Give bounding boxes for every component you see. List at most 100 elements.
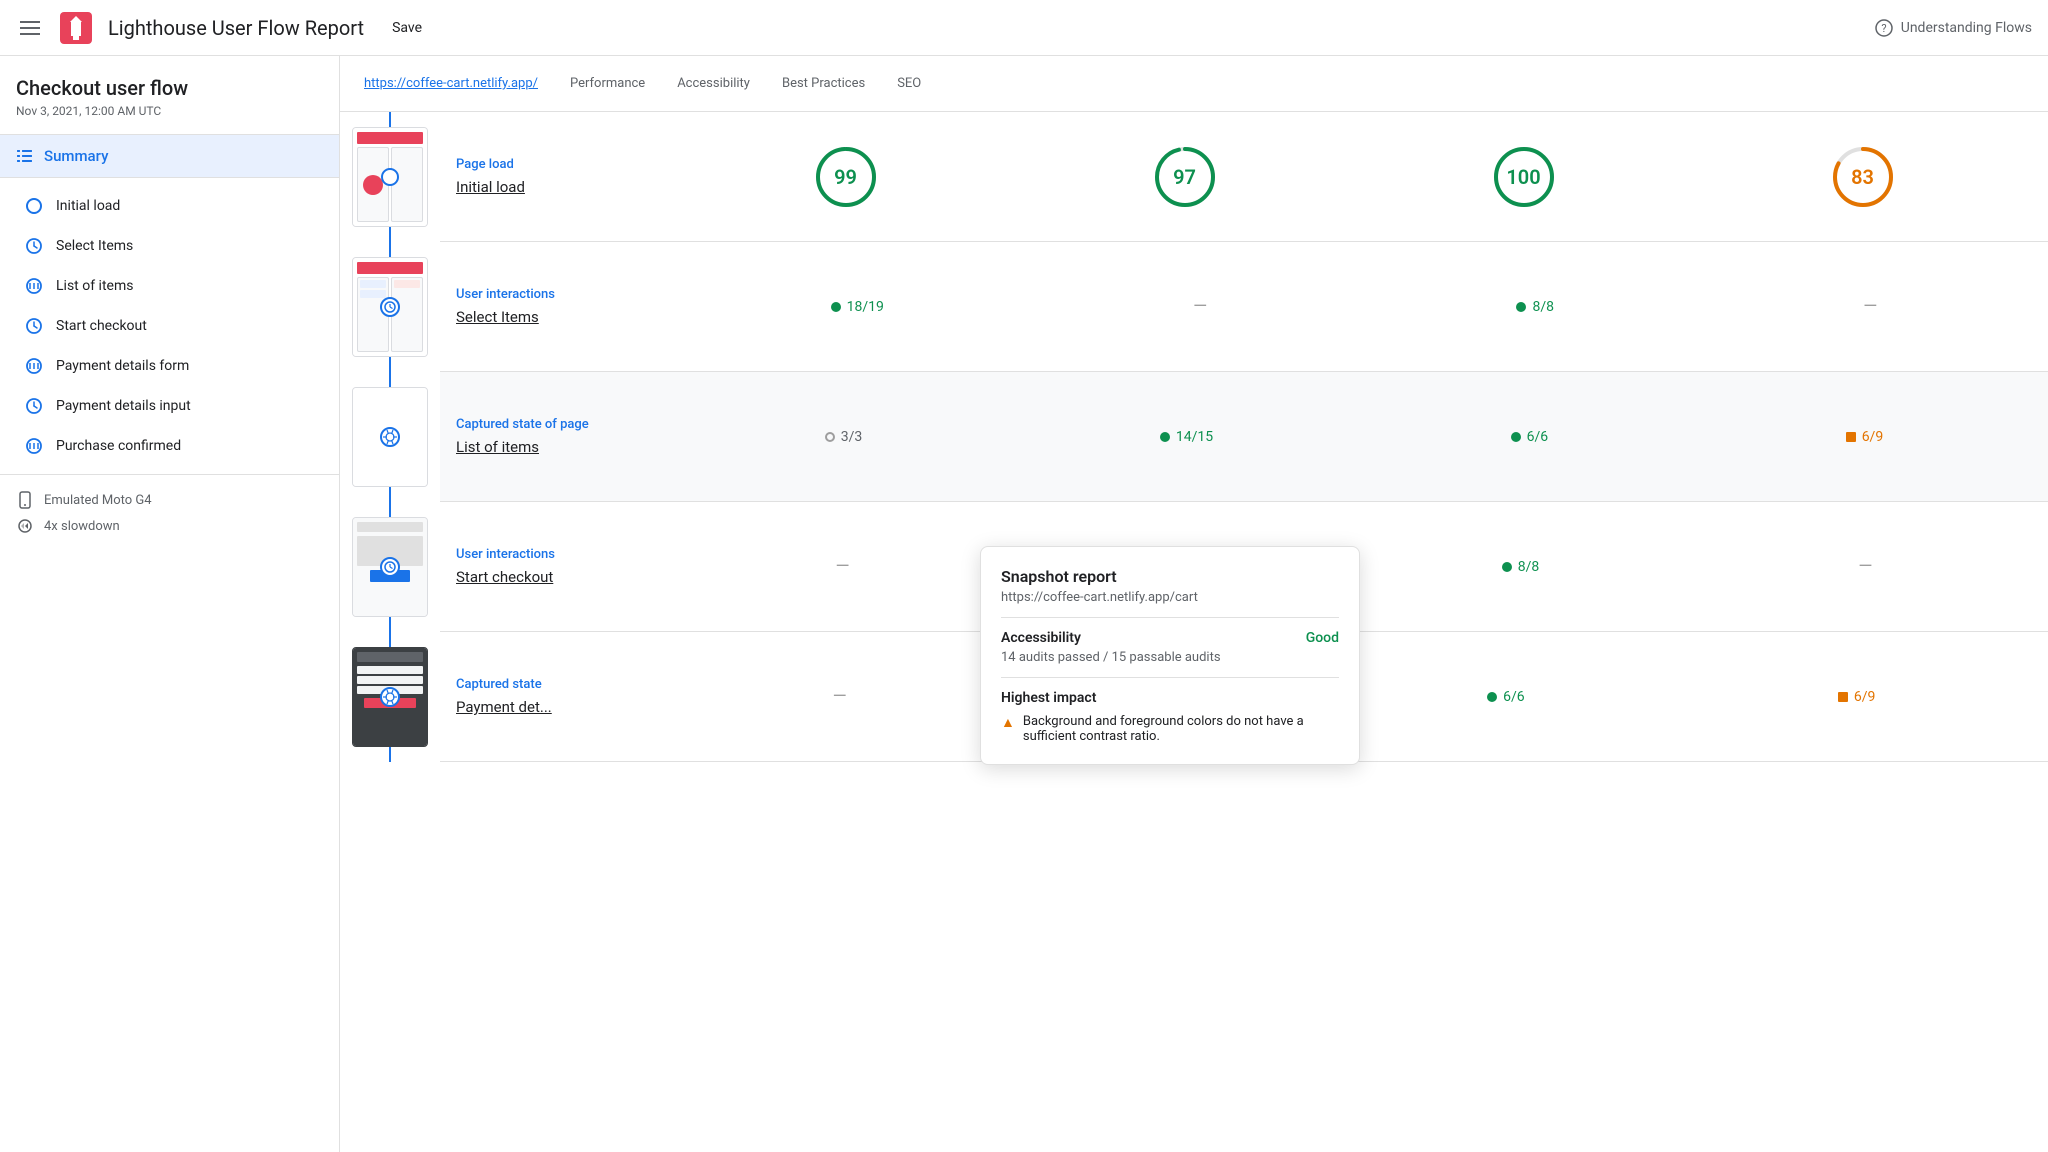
svg-text:?: ?: [1881, 22, 1886, 35]
sidebar-item-start-checkout[interactable]: Start checkout: [0, 306, 339, 346]
timeline-node-2: [379, 296, 401, 318]
sidebar-item-payment-input[interactable]: Payment details input: [0, 386, 339, 426]
thumbnail-4: [340, 502, 440, 632]
section-info-1: Page load Initial load: [440, 112, 660, 241]
sidebar-item-purchase-confirmed[interactable]: Purchase confirmed: [0, 426, 339, 466]
score-badge-perf-2: 18/19: [831, 299, 884, 315]
sidebar-item-list-of-items[interactable]: List of items: [0, 266, 339, 306]
sidebar-summary-row[interactable]: Summary: [0, 135, 339, 178]
score-dash-perf-5: —: [833, 686, 847, 707]
clock-icon: [24, 236, 44, 256]
score-dot: [1160, 432, 1170, 442]
site-url-link[interactable]: https://coffee-cart.netlify.app/: [364, 76, 538, 91]
score-badge-bp-2: 8/8: [1516, 299, 1554, 315]
score-badge-seo-3: 6/9: [1846, 429, 1884, 445]
section-name-2[interactable]: Select Items: [456, 308, 644, 326]
score-square-orange: [1846, 432, 1856, 442]
tooltip-accessibility-desc: 14 audits passed / 15 passable audits: [1001, 650, 1339, 665]
score-badge-bp-4: 8/8: [1502, 559, 1540, 575]
sidebar-item-label: Payment details form: [56, 358, 189, 374]
clock-icon-2: [24, 316, 44, 336]
sidebar-item-label: Start checkout: [56, 318, 147, 334]
sidebar-item-select-items[interactable]: Select Items: [0, 226, 339, 266]
score-seo-1: 83: [1827, 141, 1899, 213]
thumbnail-3: [340, 372, 440, 502]
content-header: https://coffee-cart.netlify.app/ Perform…: [340, 56, 2048, 112]
tooltip-impact-title: Highest impact: [1001, 690, 1339, 706]
tab-performance[interactable]: Performance: [570, 76, 645, 91]
score-square-orange: [1838, 692, 1848, 702]
sidebar-item-initial-load[interactable]: Initial load: [0, 186, 339, 226]
tooltip-accessibility-section: Accessibility Good 14 audits passed / 15…: [1001, 630, 1339, 665]
score-number-bp-1: 100: [1506, 165, 1540, 189]
tooltip-url[interactable]: https://coffee-cart.netlify.app/cart: [1001, 590, 1339, 618]
score-dash-perf-4: —: [836, 556, 850, 577]
score-number-perf-1: 99: [834, 165, 857, 189]
sidebar-item-label: Initial load: [56, 198, 120, 214]
score-dot: [1511, 432, 1521, 442]
section-row-2: User interactions Select Items 18/19 —: [440, 242, 2048, 372]
camera-icon-2: [24, 356, 44, 376]
score-dot: [1502, 562, 1512, 572]
lighthouse-logo-icon: [60, 12, 92, 44]
flow-date: Nov 3, 2021, 12:00 AM UTC: [16, 104, 323, 118]
timeline-node-1: [380, 167, 400, 187]
summary-label: Summary: [44, 147, 108, 165]
section-scores-2: 18/19 — 8/8 —: [660, 242, 2048, 371]
sidebar-items: Initial load Select Items: [0, 178, 339, 475]
section-scores-3: 3/3 14/15 6/6: [660, 372, 2048, 501]
section-name-5[interactable]: Payment det...: [456, 698, 644, 716]
sidebar-item-label: Payment details input: [56, 398, 191, 414]
save-button[interactable]: Save: [380, 12, 434, 44]
section-info-4: User interactions Start checkout: [440, 502, 660, 631]
snapshot-tooltip: Snapshot report https://coffee-cart.netl…: [980, 546, 1360, 765]
section-name-4[interactable]: Start checkout: [456, 568, 644, 586]
tab-seo[interactable]: SEO: [897, 76, 921, 91]
score-dash-a11y-2: —: [1193, 296, 1207, 317]
thumbnail-2: [340, 242, 440, 372]
section-info-3: Captured state of page List of items: [440, 372, 660, 501]
section-info-5: Captured state Payment det...: [440, 632, 660, 761]
score-dot: [1487, 692, 1497, 702]
section-type-1: Page load: [456, 157, 644, 172]
camera-icon-3: [24, 436, 44, 456]
understanding-flows-link[interactable]: ? Understanding Flows: [1875, 19, 2032, 37]
section-type-5: Captured state: [456, 677, 644, 692]
mobile-device-icon: [16, 491, 34, 509]
thumbnail-5: [340, 632, 440, 762]
tab-best-practices[interactable]: Best Practices: [782, 76, 865, 91]
tooltip-impact-section: Highest impact ▲ Background and foregrou…: [1001, 677, 1339, 744]
score-badge-a11y-3: 14/15: [1160, 429, 1213, 445]
tab-accessibility[interactable]: Accessibility: [677, 76, 750, 91]
app-title: Lighthouse User Flow Report: [108, 16, 364, 40]
score-dot: [831, 302, 841, 312]
score-number-seo-1: 83: [1851, 165, 1874, 189]
slowdown-icon: [16, 517, 34, 535]
score-dash-seo-4: —: [1858, 556, 1872, 577]
section-name-3[interactable]: List of items: [456, 438, 644, 456]
score-bestpractices-1: 100: [1488, 141, 1560, 213]
tooltip-accessibility-value: Good: [1306, 630, 1339, 646]
timeline-node-3: [379, 426, 401, 448]
score-dot-outline: [825, 432, 835, 442]
device-label: Emulated Moto G4: [16, 491, 323, 509]
tooltip-section-header: Accessibility Good: [1001, 630, 1339, 646]
navigation-icon: [24, 196, 44, 216]
score-dash-seo-2: —: [1863, 296, 1877, 317]
clock-icon-3: [24, 396, 44, 416]
timeline-node-4: [379, 556, 401, 578]
camera-icon: [24, 276, 44, 296]
section-name-1[interactable]: Initial load: [456, 178, 644, 196]
sidebar-item-label: Purchase confirmed: [56, 438, 181, 454]
hamburger-menu[interactable]: [16, 17, 44, 39]
sidebar-footer: Emulated Moto G4 4x slowdown: [0, 475, 339, 551]
main-layout: Checkout user flow Nov 3, 2021, 12:00 AM…: [0, 56, 2048, 1152]
tooltip-impact-item: ▲ Background and foreground colors do no…: [1001, 714, 1339, 744]
section-type-4: User interactions: [456, 547, 644, 562]
sidebar-item-payment-form[interactable]: Payment details form: [0, 346, 339, 386]
section-scores-1: 99 97: [660, 112, 2048, 241]
warning-triangle-icon: ▲: [1001, 714, 1015, 731]
slowdown-label: 4x slowdown: [16, 517, 323, 535]
sidebar-header: Checkout user flow Nov 3, 2021, 12:00 AM…: [0, 56, 339, 135]
score-accessibility-1: 97: [1149, 141, 1221, 213]
